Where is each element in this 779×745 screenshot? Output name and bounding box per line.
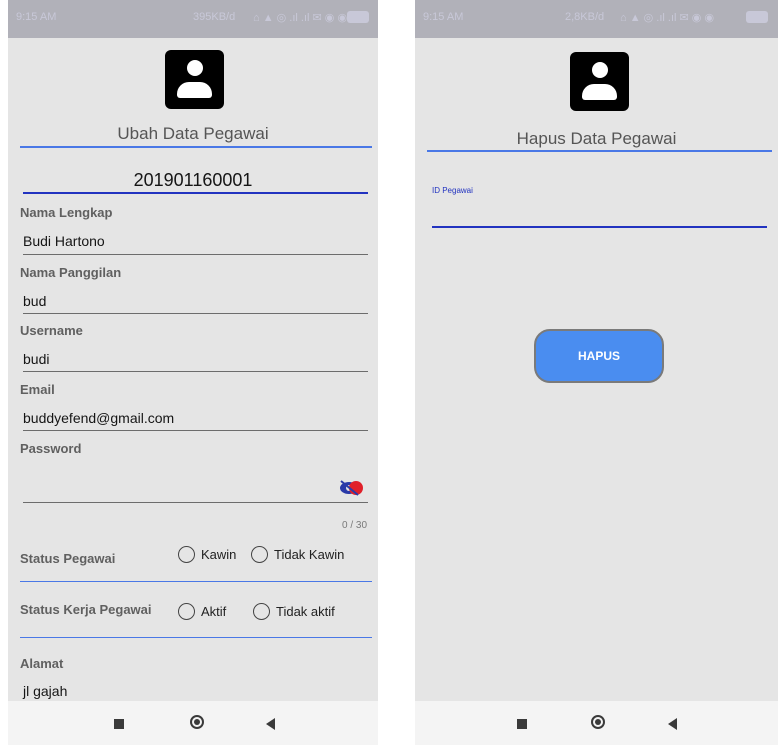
nama-lengkap-input[interactable]: Budi Hartono	[23, 233, 105, 249]
hapus-button[interactable]: HAPUS	[534, 329, 664, 383]
title-underline	[20, 146, 372, 148]
status-bar: 9:15 AM 395KB/d ⌂ ▲ ◎ .ıl .ıl ✉ ◉ ◉	[8, 0, 378, 38]
employee-id-underline	[23, 192, 368, 194]
radio-kawin[interactable]	[178, 546, 195, 563]
radio-tidak-aktif-label: Tidak aktif	[276, 604, 335, 619]
phone-delete-screen: 9:15 AM 2,8KB/d ⌂ ▲ ◎ .ıl .ıl ✉ ◉ ◉ Hapu…	[415, 0, 778, 745]
navigation-bar	[415, 701, 778, 745]
home-icon[interactable]	[591, 715, 605, 729]
employee-id-field[interactable]: 201901160001	[8, 170, 378, 191]
radio-aktif-label: Aktif	[201, 604, 227, 619]
nama-panggilan-label: Nama Panggilan	[20, 265, 122, 280]
battery-icon	[347, 11, 369, 23]
home-icon[interactable]	[190, 715, 204, 729]
account-icon	[570, 52, 629, 111]
password-input[interactable]	[23, 479, 323, 497]
password-label: Password	[20, 441, 82, 456]
status-icons: ⌂ ▲ ◎ .ıl .ıl ✉ ◉ ◉	[620, 12, 715, 24]
phone-edit-screen: 9:15 AM 395KB/d ⌂ ▲ ◎ .ıl .ıl ✉ ◉ ◉ Ubah…	[8, 0, 378, 745]
status-time: 9:15 AM	[423, 11, 464, 23]
navigation-bar	[8, 701, 378, 745]
title-underline	[427, 150, 772, 152]
id-pegawai-label: ID Pegawai	[432, 186, 473, 195]
status-pegawai-label: Status Pegawai	[20, 551, 116, 566]
recent-apps-icon[interactable]	[517, 719, 527, 729]
recent-apps-icon[interactable]	[114, 719, 124, 729]
account-icon	[165, 50, 224, 109]
visibility-off-icon[interactable]	[338, 479, 364, 497]
id-pegawai-underline	[432, 226, 767, 228]
email-label: Email	[20, 382, 55, 397]
status-bar: 9:15 AM 2,8KB/d ⌂ ▲ ◎ .ıl .ıl ✉ ◉ ◉	[415, 0, 778, 38]
radio-tidak-kawin[interactable]	[251, 546, 268, 563]
back-icon[interactable]	[668, 718, 677, 730]
alamat-label: Alamat	[20, 656, 64, 671]
status-time: 9:15 AM	[16, 11, 57, 23]
status-icons: ⌂ ▲ ◎ .ıl .ıl ✉ ◉ ◉	[253, 12, 348, 24]
radio-tidak-aktif[interactable]	[253, 603, 270, 620]
status-kerja-label: Status Kerja Pegawai	[20, 602, 152, 617]
radio-aktif[interactable]	[178, 603, 195, 620]
email-input[interactable]: buddyefend@gmail.com	[23, 410, 174, 426]
status-network-speed: 395KB/d	[193, 11, 236, 23]
password-char-counter: 0 / 30	[342, 520, 368, 531]
id-pegawai-input[interactable]	[432, 205, 767, 223]
page-title: Hapus Data Pegawai	[516, 129, 677, 148]
username-input[interactable]: budi	[23, 351, 49, 367]
nama-lengkap-label: Nama Lengkap	[20, 205, 113, 220]
back-icon[interactable]	[266, 718, 275, 730]
nama-panggilan-input[interactable]: bud	[23, 293, 46, 309]
alamat-input[interactable]: jl gajah	[23, 683, 67, 699]
battery-icon	[746, 11, 768, 23]
status-network-speed: 2,8KB/d	[565, 11, 605, 23]
radio-kawin-label: Kawin	[201, 547, 237, 562]
username-label: Username	[20, 323, 83, 338]
page-title: Ubah Data Pegawai	[117, 124, 269, 143]
radio-tidak-kawin-label: Tidak Kawin	[274, 547, 345, 562]
